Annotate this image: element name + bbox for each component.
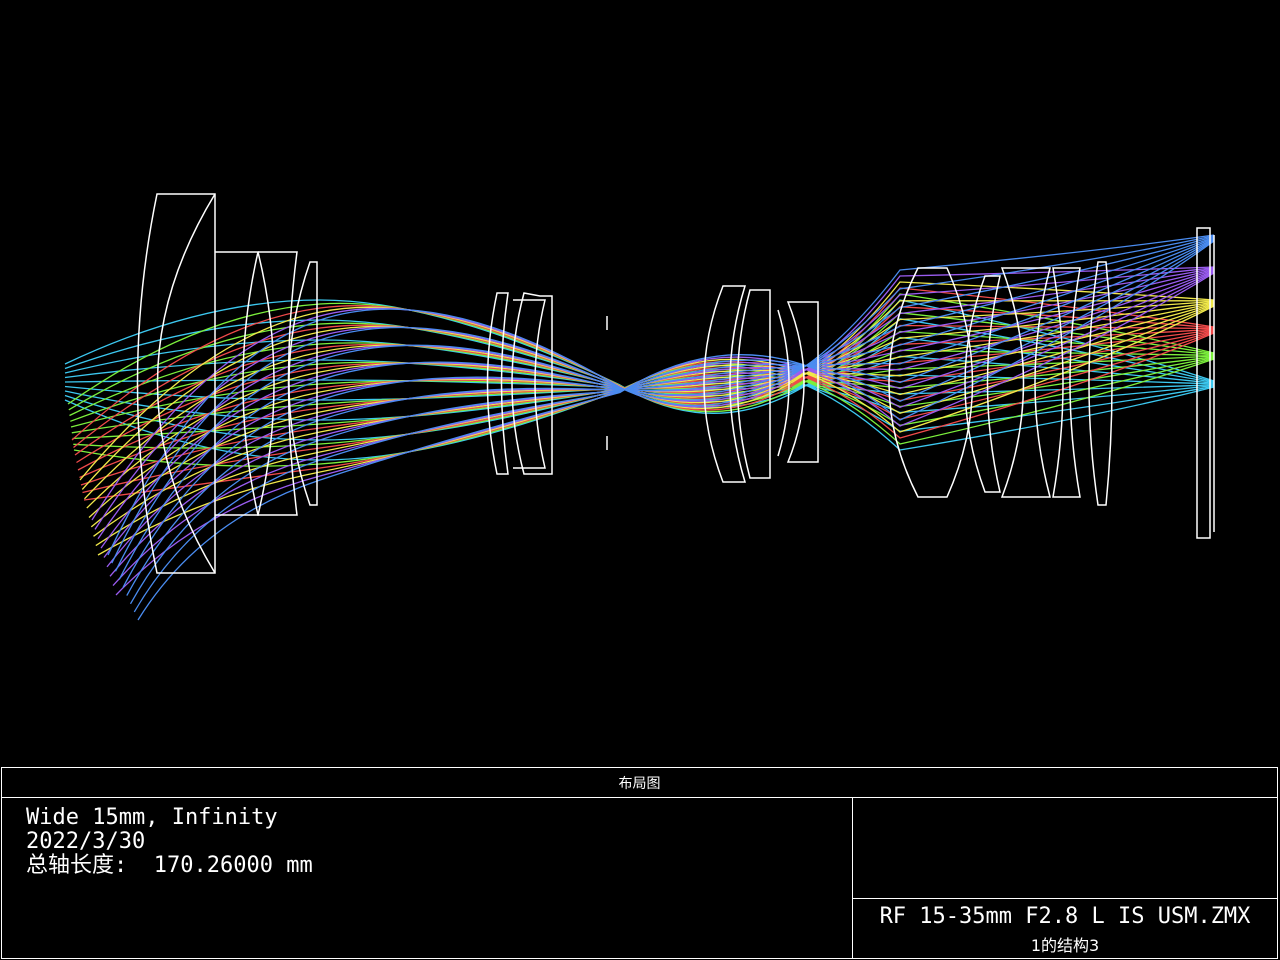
ray-path: [90, 303, 1215, 528]
layout-title: 布局图: [618, 775, 661, 792]
ray-path: [97, 305, 1215, 556]
lens-layout-diagram: [64, 193, 1215, 621]
lens-element-11: [964, 275, 1001, 493]
ray-path: [126, 238, 1215, 596]
file-name: RF 15-35mm F2.8 L IS USM.ZMX: [879, 904, 1251, 929]
configuration-label: 1的结构3: [1030, 936, 1100, 955]
config-description: Wide 15mm, Infinity: [26, 805, 278, 830]
total-track-label: 总轴长度:: [26, 853, 128, 878]
ray-path: [77, 329, 1215, 471]
layout-title-bar: 布局图: [1, 767, 1278, 798]
total-track-value: 170.26000 mm: [153, 853, 313, 878]
total-track-length: 总轴长度: 170.26000 mm: [26, 854, 852, 878]
file-panel-divider: [853, 898, 1277, 899]
info-panel: Wide 15mm, Infinity 2022/3/30 总轴长度: 170.…: [1, 797, 853, 959]
date-text: 2022/3/30: [26, 829, 146, 854]
file-panel: RF 15-35mm F2.8 L IS USM.ZMX 1的结构3: [852, 797, 1278, 959]
ray-bundles: [64, 234, 1215, 621]
ray-path: [97, 267, 1215, 540]
